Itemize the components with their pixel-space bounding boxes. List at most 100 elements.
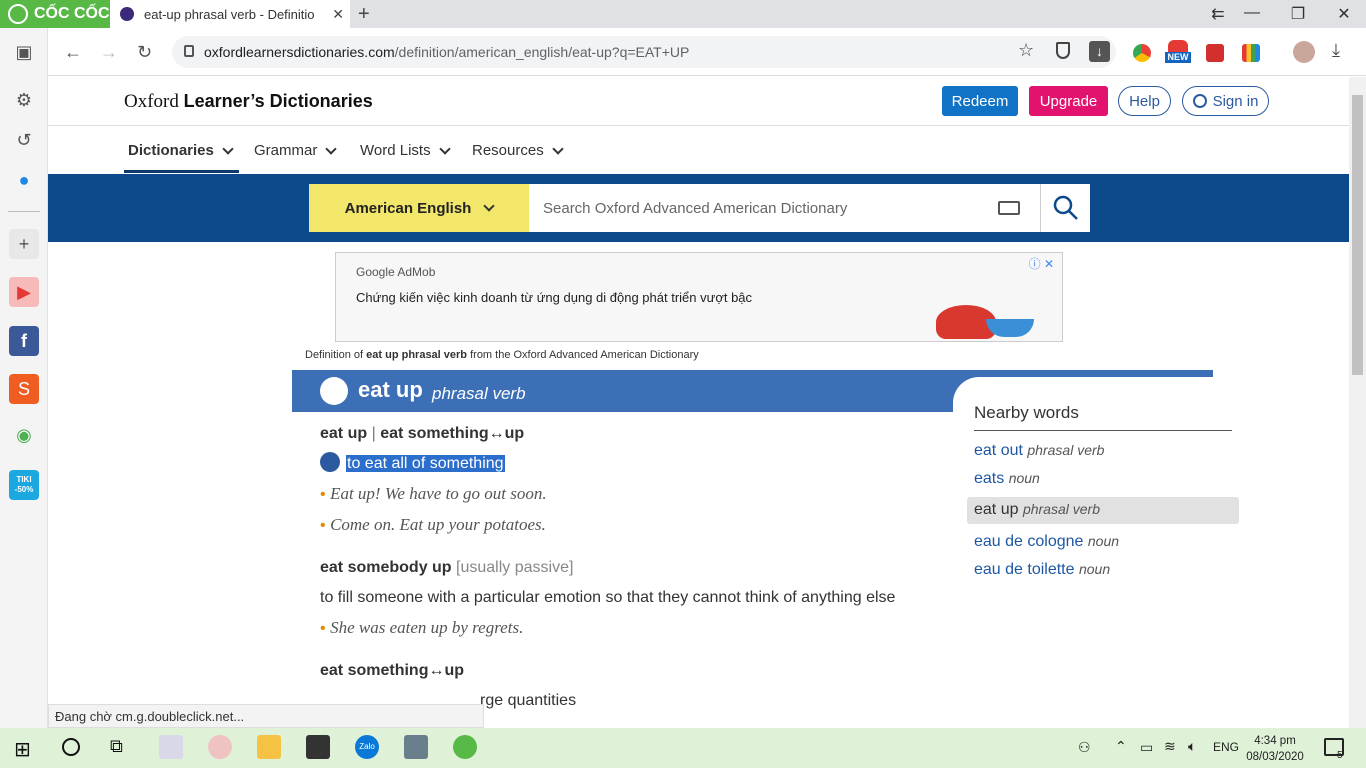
taskbar-app2-icon[interactable] [404, 735, 428, 759]
sign-in-button[interactable]: Sign in [1182, 86, 1269, 116]
taskbar-app-icon[interactable] [159, 735, 183, 759]
extension-chrome-icon[interactable] [1133, 44, 1151, 62]
task-view-icon[interactable]: ⧉ [110, 736, 123, 757]
help-button[interactable]: Help [1118, 86, 1171, 116]
add-sidebar-app-icon[interactable]: + [9, 229, 39, 259]
nearby-item[interactable]: eats noun [974, 470, 1040, 488]
chevron-down-icon [222, 142, 234, 155]
sidebar-panel-icon[interactable]: ▣ [9, 37, 39, 67]
chevron-down-icon [438, 142, 451, 155]
web-page: Oxford Learner’s Dictionaries Redeem Upg… [48, 77, 1349, 728]
back-button[interactable]: ← [64, 42, 82, 63]
definition-2: to fill someone with a particular emotio… [320, 589, 896, 606]
status-bar: Đang chờ cm.g.doubleclick.net... [48, 704, 484, 728]
minimize-button[interactable]: — [1232, 4, 1272, 22]
menu-grammar[interactable]: Grammar [254, 142, 338, 159]
notification-count: 5 [1337, 750, 1343, 761]
close-tab-icon[interactable]: ✕ [332, 6, 344, 23]
scrollbar-thumb[interactable] [1352, 95, 1363, 375]
menu-word-lists[interactable]: Word Lists [360, 142, 451, 159]
url-host: oxfordlearnersdictionaries.com [204, 44, 395, 60]
shield-icon[interactable] [1056, 42, 1070, 59]
windows-start-icon[interactable]: ⊞ [14, 737, 31, 762]
address-bar[interactable]: oxfordlearnersdictionaries.com/definitio… [172, 36, 1116, 68]
url-path: /definition/american_english/eat-up?q=EA… [394, 44, 690, 60]
browser-brand[interactable]: CỐC CỐC [0, 0, 110, 28]
search-button[interactable] [1041, 184, 1090, 232]
advertisement[interactable]: Google AdMob Chứng kiến việc kinh doanh … [335, 252, 1063, 342]
coccoc-app-icon[interactable]: ◉ [9, 420, 39, 450]
page-scrollbar[interactable] [1349, 77, 1366, 728]
history-icon[interactable]: ↺ [9, 125, 39, 155]
tiki-icon[interactable]: TIKI -50% [9, 470, 39, 500]
reload-button[interactable]: ↻ [137, 42, 152, 63]
site-logo[interactable]: Oxford Learner’s Dictionaries [124, 91, 373, 113]
coccoc-taskbar-icon[interactable] [453, 735, 477, 759]
oxford-key-icon [320, 377, 348, 405]
downloads-icon[interactable]: ⤓ [1332, 40, 1340, 61]
entry-body: eat up | eat something↔up to eat all of … [320, 422, 930, 713]
dictionary-selector[interactable]: American English [309, 184, 529, 232]
header-divider [48, 125, 1349, 126]
redeem-button[interactable]: Redeem [942, 86, 1018, 116]
wifi-icon[interactable]: ≋ [1164, 738, 1176, 755]
part-of-speech: phrasal verb [432, 384, 526, 403]
chevron-down-icon [483, 200, 496, 212]
language-indicator[interactable]: ENG [1213, 740, 1239, 754]
people-icon[interactable]: ⚇ [1078, 739, 1091, 756]
tab-title: eat-up phrasal verb - Definitio [144, 6, 315, 22]
messenger-icon[interactable]: ● [9, 165, 39, 195]
volume-icon[interactable]: 🔈︎ [1188, 738, 1196, 755]
ad-brand: Google AdMob [356, 265, 436, 279]
nearby-item[interactable]: eat out phrasal verb [974, 442, 1104, 460]
forward-button[interactable]: → [100, 42, 118, 63]
definition-1-text[interactable]: to eat all of something [346, 455, 505, 472]
taskbar-notes-icon[interactable] [306, 735, 330, 759]
battery-icon[interactable]: ▭ [1140, 739, 1153, 756]
oxford-favicon-icon [120, 7, 134, 21]
clock[interactable]: 4:34 pm 08/03/2020 [1240, 733, 1310, 765]
search-input[interactable]: Search Oxford Advanced American Dictiona… [529, 184, 1041, 232]
menu-dictionaries[interactable]: Dictionaries [128, 142, 234, 159]
close-window-button[interactable]: ✕ [1324, 4, 1364, 24]
nearby-item[interactable]: eau de toilette noun [974, 561, 1110, 579]
maximize-button[interactable]: ❐ [1278, 4, 1318, 24]
facebook-icon[interactable]: f [9, 326, 39, 356]
sense-3-forms: eat something↔up [320, 662, 465, 679]
file-explorer-icon[interactable] [257, 735, 281, 759]
coccoc-logo-icon [8, 4, 28, 24]
keyboard-icon[interactable] [998, 201, 1020, 215]
taskbar [0, 728, 1366, 768]
bookmark-star-icon[interactable]: ☆ [1018, 40, 1034, 61]
example-1: • Eat up! We have to go out soon. [320, 484, 547, 503]
nearby-words-title: Nearby words [974, 403, 1079, 422]
extension-new-icon[interactable]: NEW [1165, 40, 1191, 66]
example-3: • She was eaten up by regrets. [320, 618, 524, 637]
sidebar-divider [8, 211, 40, 212]
zalo-icon[interactable]: Zalo [355, 735, 379, 759]
sense-2-forms: eat somebody up [usually passive] [320, 559, 574, 576]
shopee-icon[interactable]: S [9, 374, 39, 404]
profile-avatar[interactable] [1293, 41, 1315, 63]
extension-color-icon[interactable] [1242, 44, 1260, 62]
download-icon[interactable]: ↓ [1089, 41, 1110, 62]
ad-info-icon[interactable]: ⓘ ✕ [1029, 255, 1054, 272]
extension-red-icon[interactable] [1206, 44, 1224, 62]
example-2: • Come on. Eat up your potatoes. [320, 515, 546, 534]
upgrade-button[interactable]: Upgrade [1029, 86, 1108, 116]
nearby-item[interactable]: eau de cologne noun [974, 533, 1119, 551]
youtube-icon[interactable]: ▶ [9, 277, 39, 307]
oxford-3000-key-icon [320, 452, 340, 472]
settings-gear-icon[interactable]: ⚙ [9, 85, 39, 115]
tray-chevron-up-icon[interactable]: ⌃ [1115, 738, 1127, 755]
search-circle-icon[interactable] [62, 738, 80, 756]
new-tab-button[interactable]: + [358, 3, 370, 26]
browser-tab[interactable]: eat-up phrasal verb - Definitio ✕ [110, 0, 350, 28]
menu-resources[interactable]: Resources [472, 142, 564, 159]
ad-text: Chứng kiến việc kinh doanh từ ứng dụng d… [356, 290, 753, 305]
nearby-item-current[interactable]: eat up phrasal verb [974, 501, 1100, 519]
lock-icon [184, 45, 194, 57]
search-icon [1053, 195, 1078, 220]
nearby-divider [974, 430, 1232, 431]
taskbar-paint-icon[interactable] [208, 735, 232, 759]
